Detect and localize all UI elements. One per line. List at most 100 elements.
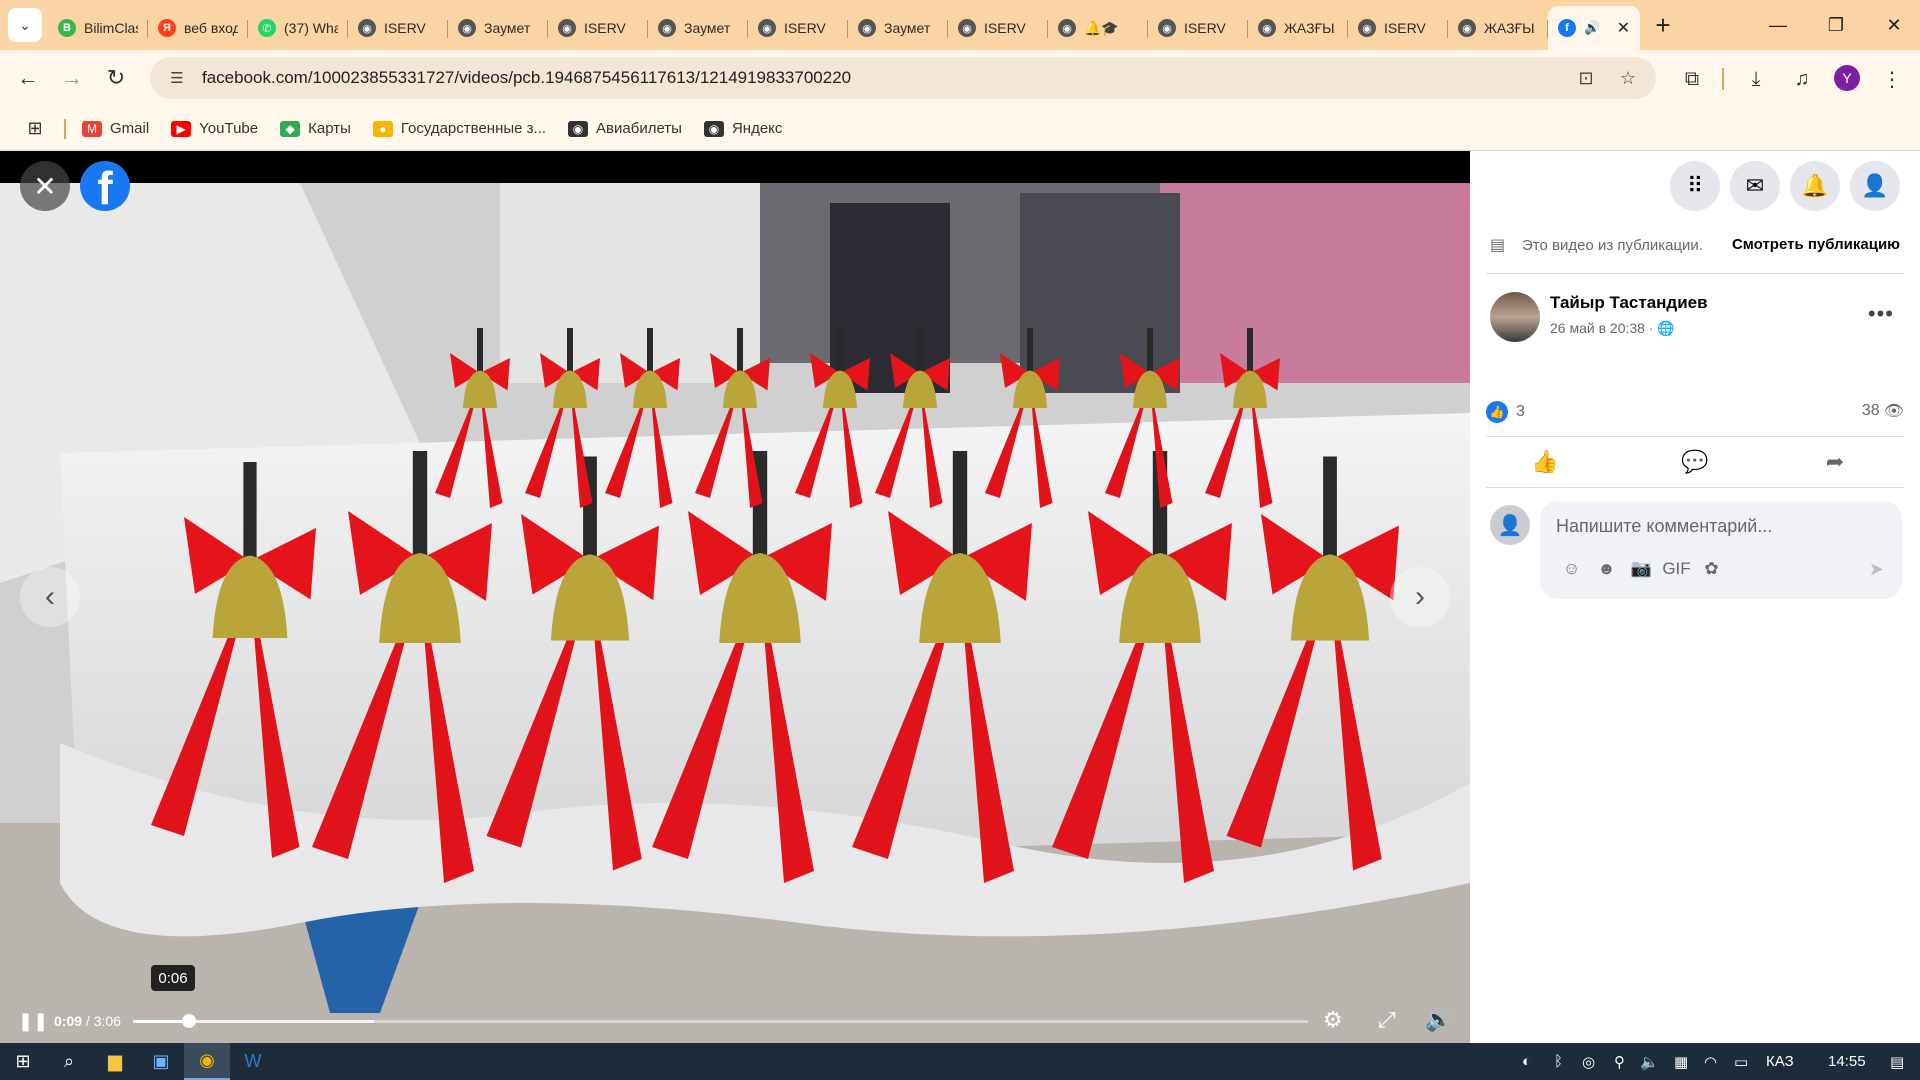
menu-kebab-icon[interactable]: ⋮ [1876,63,1908,95]
bookmark-item[interactable]: ◉ Авиабилеты [568,120,682,137]
browser-tab[interactable]: ◉ ISERV [1348,9,1448,47]
browser-tab[interactable]: ◉ ISERV [948,9,1048,47]
send-icon[interactable]: ➤ [1869,559,1884,580]
bookmark-item[interactable]: ▶ YouTube [171,120,258,137]
bookmark-item[interactable]: ● Государственные з... [372,120,546,137]
bookmark-item[interactable]: ◆ Карты [280,120,351,137]
extensions-icon[interactable]: ⧉ [1676,63,1708,95]
speaker-icon[interactable]: 🔊 [1584,20,1600,36]
fullscreen-icon[interactable]: ⤢ [1378,1007,1396,1033]
next-video-button[interactable]: › [1390,567,1450,627]
share-button[interactable]: ➦ [1780,444,1890,480]
like-button[interactable]: 👍 [1490,444,1600,480]
restore-button[interactable]: ❐ [1808,0,1864,50]
safari-tray-icon[interactable]: ◎ [1582,1053,1595,1071]
browser-tab[interactable]: ✆ (37) WhatsApp [248,9,348,47]
comment-box: ☺ ☻ 📷 GIF ✿ ➤ [1540,501,1902,599]
tab-active-facebook[interactable]: f 🔊 ✕ [1548,6,1640,50]
progress-bar[interactable] [133,1014,1308,1028]
progress-knob[interactable] [182,1014,197,1028]
settings-gear-icon[interactable]: ⚙ [1323,1007,1343,1033]
browser-tab[interactable]: ◉ Заумет [648,9,748,47]
tab-search-button[interactable]: ⌄ [8,8,42,42]
browser-tab[interactable]: ◉ ЖАЗҒЫ [1248,9,1348,47]
close-video-button[interactable]: ✕ [20,161,70,211]
browser-tab[interactable]: ◉ ISERV [1148,9,1248,47]
previous-video-button[interactable]: ‹ [20,567,80,627]
window-close-button[interactable]: ✕ [1866,0,1920,50]
account-avatar[interactable]: 👤 [1850,161,1900,211]
menu-grid-icon[interactable]: ⠿ [1670,161,1720,211]
author-avatar[interactable] [1490,292,1540,342]
author-name[interactable]: Тайыр Тастандиев [1550,293,1708,313]
tab-title: (37) WhatsApp [284,20,338,36]
browser-tab[interactable]: ◉ ISERV [548,9,648,47]
wifi-icon[interactable]: ◠ [1704,1053,1717,1071]
more-options-icon[interactable]: ••• [1868,301,1894,327]
notifications-icon[interactable]: ▤ [1890,1053,1904,1071]
speaker-tray-icon[interactable]: 🔈 [1640,1053,1659,1071]
clock[interactable]: 14:55 [1828,1053,1866,1070]
see-post-link[interactable]: Смотреть публикацию [1732,236,1900,253]
bookmark-star-icon[interactable]: ☆ [1614,64,1642,92]
browser-tab[interactable]: ◉ ISERV [348,9,448,47]
notifications-bell-icon[interactable]: 🔔 [1790,161,1840,211]
browser-tab[interactable]: ◉ Заумет [848,9,948,47]
downloads-icon[interactable]: ⤓ [1740,63,1772,95]
address-bar[interactable]: ☰ facebook.com/100023855331727/videos/pc… [150,57,1656,99]
new-tab-button[interactable]: + [1646,8,1680,42]
battery-icon[interactable]: ▭ [1734,1053,1748,1071]
minimize-button[interactable]: — [1750,0,1806,50]
browser-tab[interactable]: ◉ ЖАЗҒЫ [1448,9,1548,47]
bluetooth-icon[interactable]: ᛒ [1554,1053,1563,1070]
post-date[interactable]: 26 май в 20:38 · 🌐 [1550,320,1675,337]
time-separator: / [82,1013,94,1029]
media-control-icon[interactable]: ♫ [1786,63,1818,95]
volume-icon[interactable]: 🔊 [1425,1007,1452,1033]
word-icon[interactable]: W [230,1043,276,1080]
install-app-icon[interactable]: ⊡ [1572,64,1600,92]
back-button[interactable]: ← [10,60,46,96]
reactions[interactable]: 👍 3 [1486,401,1525,423]
site-info-icon[interactable]: ☰ [164,65,190,91]
browser-tab[interactable]: ◉ ISERV [748,9,848,47]
pause-icon[interactable]: ❚❚ [18,1011,48,1032]
chrome-taskbar-icon[interactable]: ◉ [184,1043,230,1080]
forward-button[interactable]: → [54,60,90,96]
bookmark-item[interactable]: ◉ Яндекс [703,120,782,137]
gif-icon[interactable]: GIF [1659,559,1694,579]
emoji-icon[interactable]: ☻ [1589,559,1624,579]
camera-icon[interactable]: 📷 [1624,559,1659,579]
url-text[interactable]: facebook.com/100023855331727/videos/pcb.… [202,68,851,88]
browser-tab[interactable]: B BilimClass [48,9,148,47]
browser-tab[interactable]: Явеб вход [148,9,248,47]
language-indicator[interactable]: КАЗ [1766,1053,1794,1070]
facebook-logo[interactable]: f [80,161,130,211]
keyboard-tray-icon[interactable]: ▦ [1674,1053,1688,1071]
comment-button[interactable]: 💬 [1640,444,1750,480]
location-icon[interactable]: ⚲ [1614,1053,1625,1071]
browser-tab[interactable]: ◉ Заумет [448,9,548,47]
profile-avatar[interactable]: Y [1834,65,1860,91]
edge-tray-icon[interactable]: ◐ [1522,1053,1531,1070]
browser-tab[interactable]: ◉ 🔔🎓 [1048,9,1148,47]
apps-grid-icon[interactable]: ⊞ [20,118,50,139]
post-date-text: 26 май в 20:38 · [1550,320,1654,336]
tab-favicon-icon: Я [158,19,176,37]
sticker-icon[interactable]: ✿ [1694,559,1729,579]
messenger-icon[interactable]: ✉ [1730,161,1780,211]
commenter-avatar[interactable]: 👤 [1490,505,1530,545]
avatar-sticker-icon[interactable]: ☺ [1554,559,1589,579]
file-explorer-icon[interactable]: ▆ [92,1043,138,1080]
eye-icon: 👁 [1883,403,1904,420]
windows-start-icon[interactable]: ⊞ [0,1043,46,1080]
close-tab-icon[interactable]: ✕ [1617,18,1630,38]
duration: 3:06 [93,1013,121,1029]
comment-input[interactable] [1556,511,1886,541]
video-player[interactable]: ✕ f ‹ › 0:06 ❚❚ 0:09 / 3:06 ⚙ ⤢ 🔊 [0,151,1470,1043]
search-icon[interactable]: ⌕ [46,1043,92,1080]
bookmark-item[interactable]: M Gmail [82,120,149,137]
tab-title: веб вход [184,20,238,36]
reload-button[interactable]: ↻ [98,60,134,96]
paint-app-icon[interactable]: ▣ [138,1043,184,1080]
